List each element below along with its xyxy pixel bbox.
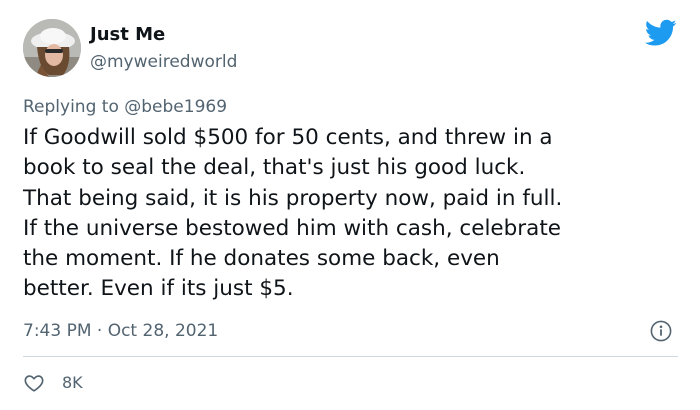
reply-mention-link[interactable]: @bebe1969 — [124, 97, 227, 117]
avatar[interactable] — [23, 19, 81, 77]
tweet-timestamp[interactable]: 7:43 PM · Oct 28, 2021 — [23, 320, 218, 342]
like-button[interactable]: 8K — [23, 372, 83, 394]
tweet-text-line: better. Even if its just $5. — [23, 276, 294, 302]
tweet-text-line: the moment. If he donates some back, eve… — [23, 246, 500, 272]
twitter-bird-icon[interactable] — [645, 19, 677, 47]
replying-to: Replying to @bebe1969 — [23, 96, 227, 118]
display-name[interactable]: Just Me — [90, 24, 165, 46]
divider — [23, 356, 678, 357]
replying-to-label: Replying to — [23, 97, 125, 117]
user-handle[interactable]: @myweiredworld — [90, 51, 237, 73]
tweet-card: Just Me @myweiredworld Replying to @bebe… — [0, 0, 700, 410]
like-count: 8K — [62, 373, 83, 392]
avatar-image — [23, 19, 81, 77]
tweet-text-line: If the universe bestowed him with cash, … — [23, 215, 561, 241]
info-icon[interactable] — [650, 320, 672, 342]
tweet-text-line: That being said, it is his property now,… — [23, 185, 563, 211]
tweet-text: If Goodwill sold $500 for 50 cents, and … — [23, 123, 683, 305]
tweet-text-line: If Goodwill sold $500 for 50 cents, and … — [23, 125, 553, 150]
heart-icon — [24, 375, 44, 392]
tweet-text-line: book to seal the deal, that's just his g… — [23, 155, 526, 181]
